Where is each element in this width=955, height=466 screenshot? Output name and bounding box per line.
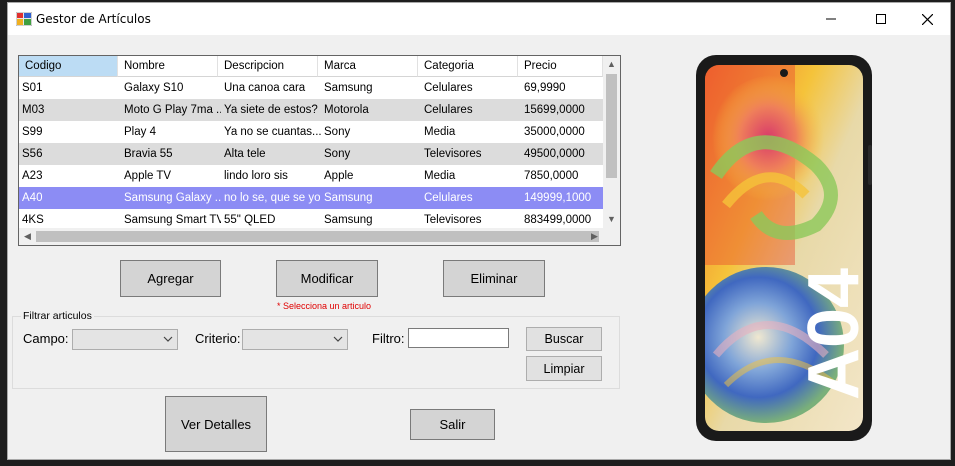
cell-categoria: Celulares <box>424 192 473 204</box>
cell-nombre: Samsung Galaxy ... <box>124 192 221 204</box>
cell-nombre: Galaxy S10 <box>124 82 184 94</box>
horizontal-scrollbar[interactable]: ◀ ▶ <box>19 228 603 245</box>
cell-precio: 15699,0000 <box>524 104 585 116</box>
vertical-scroll-thumb[interactable] <box>606 74 617 178</box>
salir-button[interactable]: Salir <box>410 409 495 440</box>
column-header-nombre[interactable]: Nombre <box>118 56 218 77</box>
scroll-right-icon[interactable]: ▶ <box>586 228 603 245</box>
filtro-label: Filtro: <box>372 331 405 346</box>
cell-descripcion: Ya no se cuantas... <box>224 126 321 138</box>
cell-categoria: Media <box>424 170 456 182</box>
filtro-input[interactable] <box>408 328 509 348</box>
column-header-precio[interactable]: Precio <box>518 56 603 77</box>
close-icon <box>921 13 933 25</box>
cell-marca: Sony <box>324 126 351 138</box>
cell-precio: 69,9990 <box>524 82 566 94</box>
cell-nombre: Apple TV <box>124 170 172 182</box>
cell-descripcion: Una canoa cara <box>224 82 306 94</box>
column-header-marca[interactable]: Marca <box>318 56 418 77</box>
articles-grid[interactable]: Codigo Nombre Descripcion Marca Categori… <box>18 55 621 246</box>
selection-hint: * Selecciona un articulo <box>277 301 372 311</box>
cell-descripcion: Alta tele <box>224 148 266 160</box>
main-window: Gestor de Artículos Codigo Nombre Descri… <box>7 2 951 460</box>
eliminar-button[interactable]: Eliminar <box>443 260 545 297</box>
maximize-button[interactable] <box>858 3 904 35</box>
table-row[interactable]: A23 Apple TV lindo loro sis Apple Media … <box>19 165 603 187</box>
cell-marca: Samsung <box>324 192 373 204</box>
cell-marca: Samsung <box>324 82 373 94</box>
criterio-label: Criterio: <box>195 331 241 346</box>
table-row-selected[interactable]: A40 Samsung Galaxy ... no lo se, que se … <box>19 187 603 209</box>
vertical-scrollbar[interactable]: ▲ ▼ <box>603 56 620 228</box>
close-button[interactable] <box>904 3 950 35</box>
cell-precio: 49500,0000 <box>524 148 585 160</box>
title-bar: Gestor de Artículos <box>8 3 950 35</box>
chevron-down-icon <box>333 336 343 342</box>
criterio-combobox[interactable] <box>242 329 348 350</box>
cell-marca: Apple <box>324 170 354 182</box>
table-row[interactable]: S99 Play 4 Ya no se cuantas... Sony Medi… <box>19 121 603 143</box>
minimize-button[interactable] <box>808 3 854 35</box>
campo-label: Campo: <box>23 331 69 346</box>
scroll-down-icon[interactable]: ▼ <box>603 211 620 228</box>
cell-categoria: Celulares <box>424 104 473 116</box>
cell-codigo: M03 <box>22 104 45 116</box>
agregar-button[interactable]: Agregar <box>120 260 221 297</box>
cell-codigo: S99 <box>22 126 43 138</box>
column-header-descripcion[interactable]: Descripcion <box>218 56 318 77</box>
window-title: Gestor de Artículos <box>36 12 151 26</box>
cell-categoria: Media <box>424 126 456 138</box>
cell-descripcion: no lo se, que se yo <box>224 192 321 204</box>
horizontal-scroll-thumb[interactable] <box>36 231 599 242</box>
cell-precio: 149999,1000 <box>524 192 592 204</box>
app-icon <box>16 12 32 26</box>
grid-rows: S01 Galaxy S10 Una canoa cara Samsung Ce… <box>19 77 603 231</box>
model-label: A04 <box>794 268 872 400</box>
cell-categoria: Celulares <box>424 82 473 94</box>
grid-header: Codigo Nombre Descripcion Marca Categori… <box>19 56 603 77</box>
cell-codigo: S01 <box>22 82 43 94</box>
scroll-left-icon[interactable]: ◀ <box>19 228 36 245</box>
filter-group-label: Filtrar articulos <box>21 310 94 322</box>
modificar-button[interactable]: Modificar <box>276 260 378 297</box>
scrollbar-corner <box>603 228 620 245</box>
cell-nombre: Play 4 <box>124 126 156 138</box>
limpiar-button[interactable]: Limpiar <box>526 356 602 381</box>
campo-combobox[interactable] <box>72 329 178 350</box>
column-header-categoria[interactable]: Categoria <box>418 56 518 77</box>
cell-categoria: Televisores <box>424 148 482 160</box>
product-image: A04 <box>696 55 872 441</box>
buscar-button[interactable]: Buscar <box>526 327 602 351</box>
table-row[interactable]: S56 Bravia 55 Alta tele Sony Televisores… <box>19 143 603 165</box>
cell-codigo: S56 <box>22 148 43 160</box>
cell-marca: Motorola <box>324 104 369 116</box>
minimize-icon <box>826 18 836 20</box>
maximize-icon <box>876 14 886 24</box>
table-row[interactable]: S01 Galaxy S10 Una canoa cara Samsung Ce… <box>19 77 603 99</box>
scroll-up-icon[interactable]: ▲ <box>603 56 620 73</box>
cell-codigo: A23 <box>22 170 43 182</box>
ver-detalles-button[interactable]: Ver Detalles <box>165 396 267 452</box>
chevron-down-icon <box>163 336 173 342</box>
cell-marca: Sony <box>324 148 351 160</box>
cell-descripcion: Ya siete de estos? <box>224 104 318 116</box>
table-row[interactable]: M03 Moto G Play 7ma ... Ya siete de esto… <box>19 99 603 121</box>
cell-precio: 7850,0000 <box>524 170 579 182</box>
cell-codigo: A40 <box>22 192 43 204</box>
cell-nombre: Bravia 55 <box>124 148 173 160</box>
column-header-codigo[interactable]: Codigo <box>19 56 118 77</box>
cell-precio: 35000,0000 <box>524 126 585 138</box>
cell-descripcion: lindo loro sis <box>224 170 288 182</box>
cell-nombre: Moto G Play 7ma ... <box>124 104 221 116</box>
